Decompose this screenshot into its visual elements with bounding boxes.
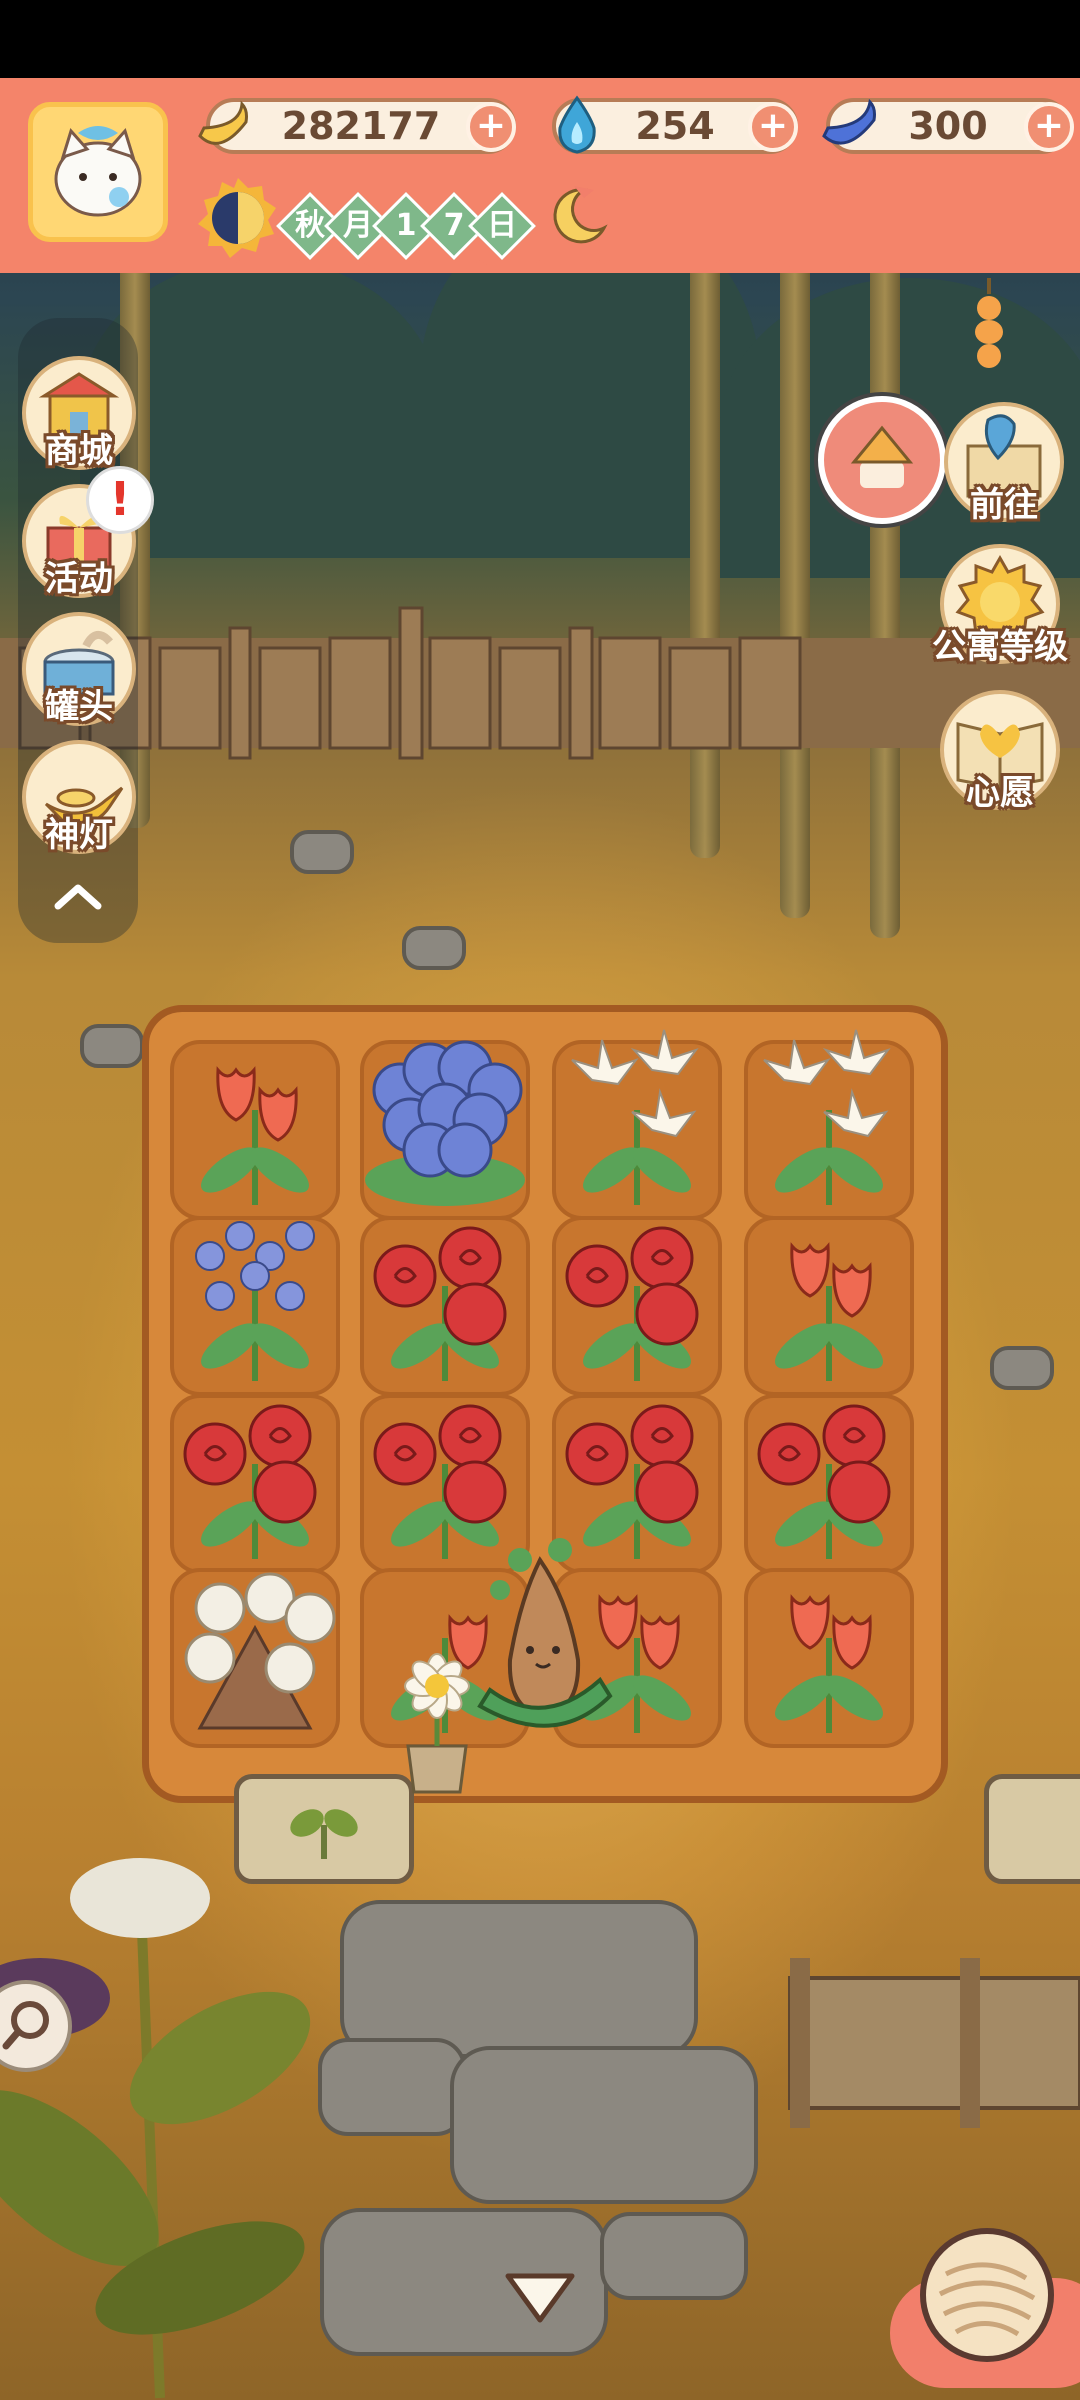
shop-label: 商城 — [45, 431, 113, 471]
blue-banana-count: 300 — [908, 104, 988, 148]
search-bubble[interactable] — [0, 1980, 72, 2072]
event-alert-badge: ! — [86, 466, 154, 534]
wish-label: 心愿 — [966, 773, 1034, 813]
apartment-level-button[interactable]: 公寓等级 — [932, 544, 1068, 667]
player-avatar[interactable] — [28, 102, 168, 242]
season-clock-icon — [198, 178, 276, 258]
rose-plant[interactable] — [160, 1374, 350, 1564]
event-label: 活动 — [45, 559, 113, 599]
rose-plant[interactable] — [734, 1374, 924, 1564]
tulip-plant[interactable] — [160, 1020, 350, 1210]
can-button[interactable]: 罐头 — [22, 612, 136, 727]
cotton-plant[interactable] — [160, 1548, 350, 1738]
add-banana-button[interactable]: + — [466, 102, 516, 152]
tulip-plant[interactable] — [734, 1548, 924, 1738]
dark-plant-left — [0, 1858, 311, 2399]
lily-plant[interactable] — [734, 1020, 924, 1210]
hanging-lantern-icon — [975, 278, 1003, 368]
stone — [340, 1900, 698, 2058]
magnifier-icon — [2, 2001, 49, 2050]
apartment-level-label: 公寓等级 — [932, 627, 1068, 667]
goto-label: 前往 — [970, 485, 1038, 525]
rose-plant[interactable] — [542, 1196, 732, 1386]
banana-count: 282177 — [281, 104, 441, 148]
flame-count: 254 — [635, 104, 715, 148]
tulip-plant[interactable] — [734, 1196, 924, 1386]
rose-plant[interactable] — [350, 1196, 540, 1386]
bamboo-stalk — [870, 238, 900, 938]
lily-plant[interactable] — [542, 1020, 732, 1210]
stone — [80, 1024, 144, 1068]
bluebell-plant[interactable] — [160, 1196, 350, 1386]
bamboo-stalk — [780, 198, 810, 918]
stone — [402, 926, 466, 970]
potted-daisy — [404, 1653, 470, 1794]
stone — [450, 2046, 758, 2204]
stone — [600, 2212, 748, 2300]
yarn-ball-button[interactable] — [920, 2228, 1054, 2362]
yarn-ball-icon — [938, 2262, 1036, 2337]
shop-button[interactable]: 商城 — [22, 356, 136, 471]
add-flame-button[interactable]: + — [748, 102, 798, 152]
plant-sign-right[interactable] — [984, 1774, 1080, 1884]
wish-button[interactable]: 心愿 — [940, 690, 1060, 813]
cat-avatar-icon — [54, 126, 142, 217]
date-display: 秋 月 1 7 日 — [276, 186, 536, 260]
stone — [290, 830, 354, 874]
night-moon-icon[interactable] — [544, 180, 614, 250]
blue-banana-icon — [822, 98, 876, 145]
scroll-down-arrow-icon[interactable] — [500, 2268, 580, 2328]
blue-flame-icon — [558, 95, 596, 154]
status-bar — [0, 0, 1080, 78]
stone — [318, 2038, 466, 2136]
can-label: 罐头 — [45, 687, 113, 727]
goto-button[interactable]: 前往 — [944, 402, 1064, 525]
add-blue-banana-button[interactable]: + — [1024, 102, 1074, 152]
date-char: 日 — [487, 208, 517, 243]
header-scallop — [0, 260, 1080, 272]
magic-lamp-label: 神灯 — [45, 815, 113, 855]
collapse-menu-chevron-icon[interactable] — [48, 876, 108, 916]
magic-lamp-button[interactable]: 神灯 — [22, 740, 136, 855]
stone — [990, 1346, 1054, 1390]
fence-right-bottom — [788, 1958, 1080, 2128]
hydrangea-plant[interactable] — [350, 1020, 540, 1210]
banana-icon — [198, 100, 248, 145]
